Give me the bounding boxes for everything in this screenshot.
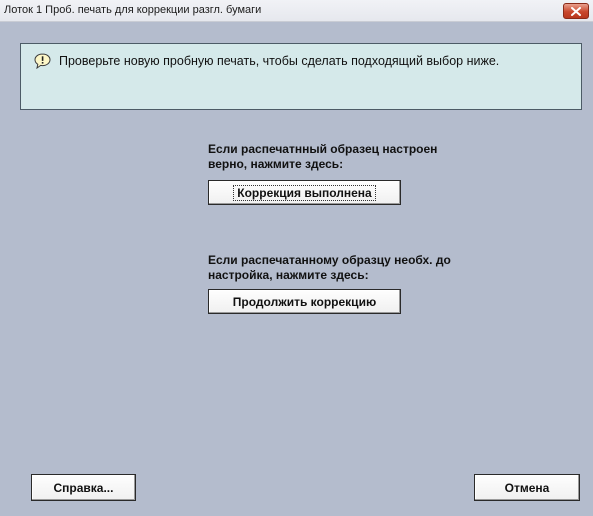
title-bar[interactable]: Лоток 1 Проб. печать для коррекции разгл… xyxy=(0,0,593,22)
adjust-prompt-line2: настройка, нажмите здесь: xyxy=(208,268,369,282)
speech-bubble-info-icon xyxy=(34,53,51,74)
close-button[interactable] xyxy=(563,3,589,19)
help-button[interactable]: Справка... xyxy=(31,474,136,501)
adjust-prompt-line1: Если распечатанному образцу необх. до xyxy=(208,253,451,267)
dialog-window: Лоток 1 Проб. печать для коррекции разгл… xyxy=(0,0,593,516)
cancel-button[interactable]: Отмена xyxy=(474,474,580,501)
info-message: Проверьте новую пробную печать, чтобы сд… xyxy=(59,54,500,68)
continue-correction-label: Продолжить коррекцию xyxy=(232,294,377,309)
correct-prompt-line2: верно, нажмите здесь: xyxy=(208,157,344,171)
correction-done-label: Коррекция выполнена xyxy=(233,184,376,201)
continue-correction-button[interactable]: Продолжить коррекцию xyxy=(208,289,401,314)
help-label: Справка... xyxy=(53,480,114,495)
correct-prompt: Если распечатнный образец настроен верно… xyxy=(208,142,488,172)
close-icon xyxy=(571,6,581,16)
window-title: Лоток 1 Проб. печать для коррекции разгл… xyxy=(4,4,262,16)
cancel-label: Отмена xyxy=(504,480,550,495)
correction-done-button[interactable]: Коррекция выполнена xyxy=(208,180,401,205)
adjust-prompt: Если распечатанному образцу необх. до на… xyxy=(208,253,488,283)
info-panel: Проверьте новую пробную печать, чтобы сд… xyxy=(20,43,582,110)
correct-prompt-line1: Если распечатнный образец настроен xyxy=(208,142,438,156)
